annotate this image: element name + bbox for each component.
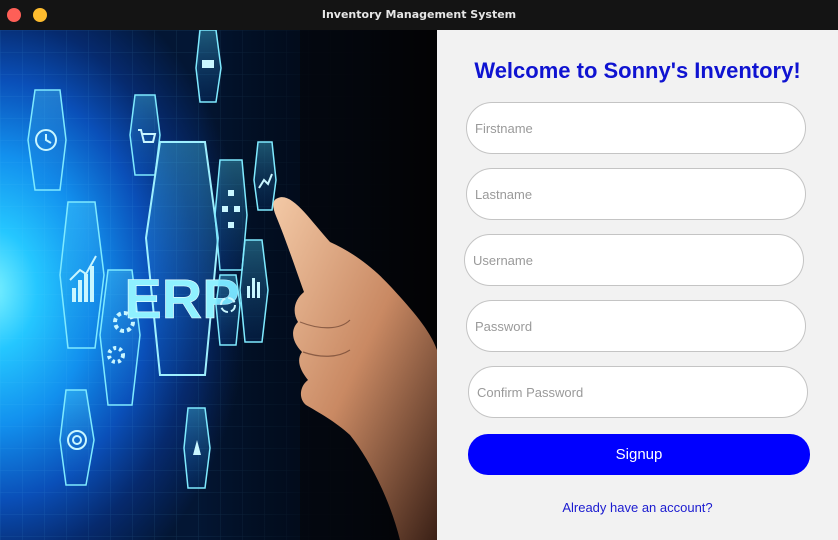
truck-icon — [202, 60, 214, 68]
confirm-password-input[interactable] — [468, 366, 808, 418]
lastname-input[interactable] — [466, 168, 806, 220]
chart-hex-icon — [59, 201, 105, 349]
title-bar: Inventory Management System — [0, 0, 838, 30]
sync-hex-icon — [215, 274, 241, 346]
welcome-heading: Welcome to Sonny's Inventory! — [474, 58, 801, 83]
target-hex-icon — [59, 389, 95, 486]
window-title: Inventory Management System — [321, 8, 517, 21]
network-hex-icon — [214, 159, 248, 271]
password-input[interactable] — [466, 300, 806, 352]
hero-image: ERP — [0, 30, 437, 540]
trend-hex-icon — [253, 141, 277, 211]
signup-panel: Welcome to Sonny's Inventory! Signup Alr… — [437, 30, 838, 540]
username-input[interactable] — [464, 234, 804, 286]
login-link[interactable]: Already have an account? — [437, 500, 838, 515]
signup-button[interactable]: Signup — [468, 434, 810, 475]
firstname-input[interactable] — [466, 102, 806, 154]
